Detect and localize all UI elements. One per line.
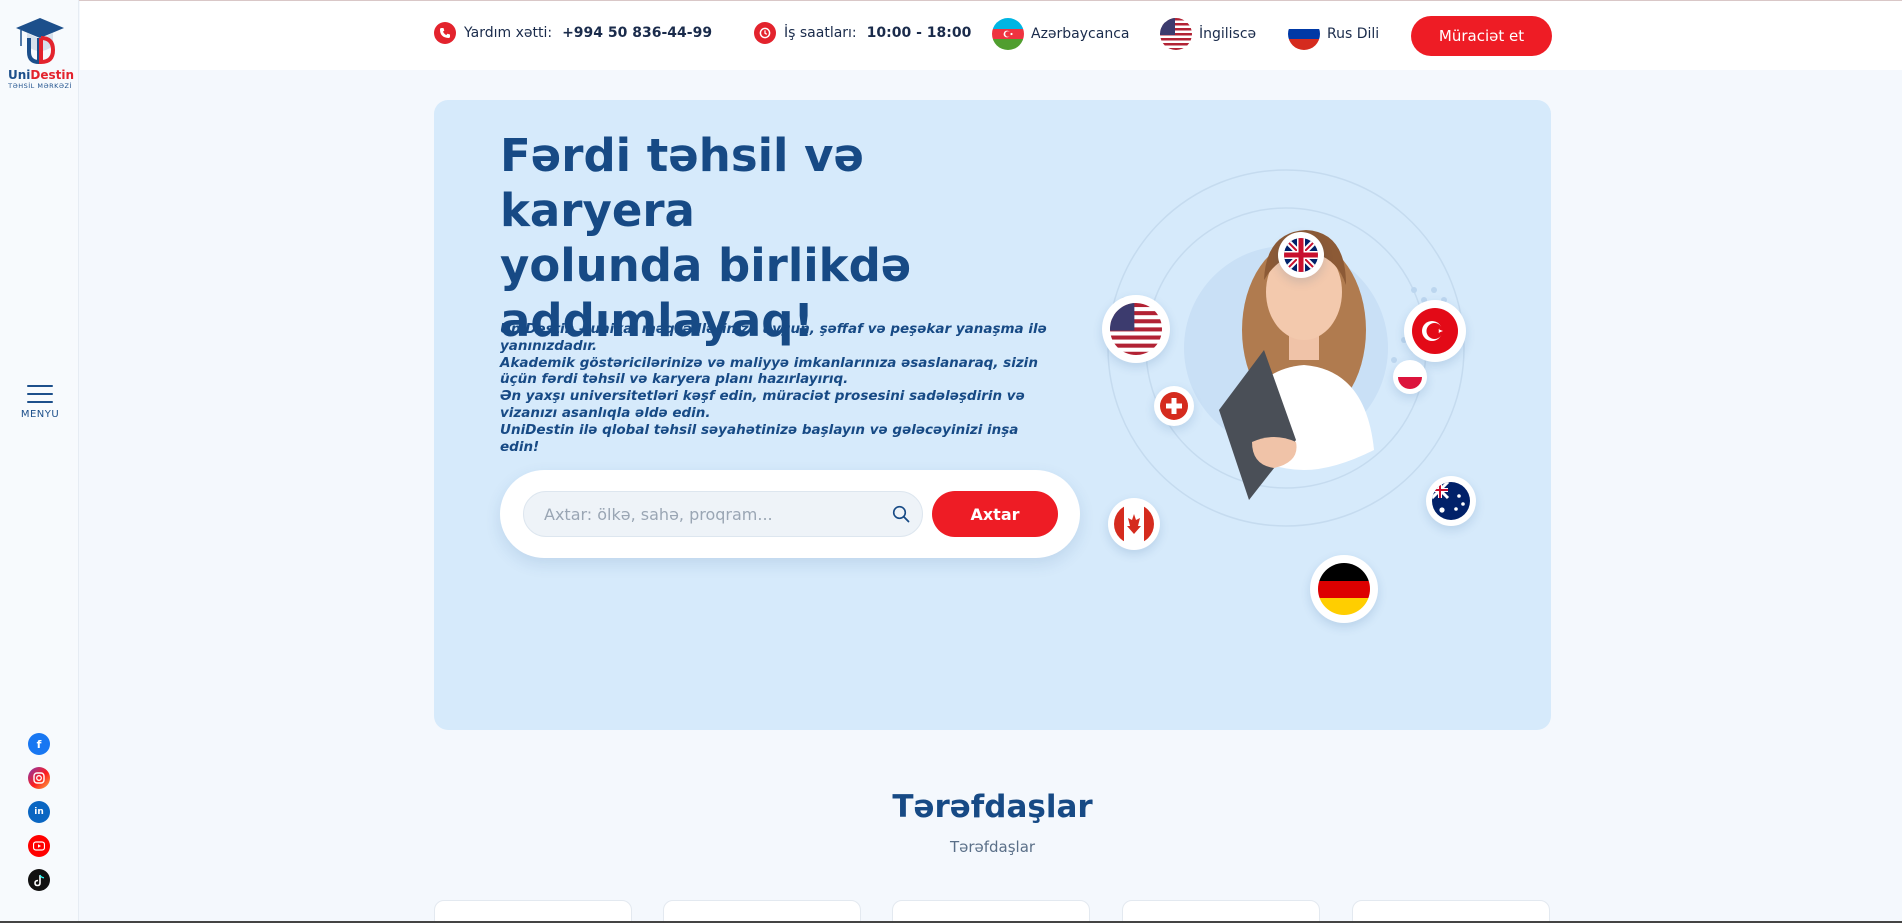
russia-flag-icon bbox=[1288, 18, 1320, 50]
hero-paragraph: Akademik göstəricilərinizə və maliyyə im… bbox=[500, 354, 1038, 388]
poland-flag-icon bbox=[1393, 360, 1427, 394]
partners-title: Tərəfdaşlar bbox=[892, 789, 1093, 825]
partner-card[interactable] bbox=[892, 900, 1090, 923]
search-box bbox=[523, 491, 923, 537]
brand-name-part1: Uni bbox=[8, 68, 31, 82]
partners-subtitle: Tərəfdaşlar bbox=[949, 838, 1036, 856]
usa-flag-icon bbox=[1102, 295, 1170, 363]
partner-card[interactable] bbox=[434, 900, 632, 923]
search-icon[interactable] bbox=[892, 505, 910, 523]
language-label: Azərbaycanca bbox=[1031, 26, 1130, 42]
usa-flag-icon bbox=[1160, 18, 1192, 50]
partner-card[interactable] bbox=[663, 900, 861, 923]
uk-flag-icon bbox=[1278, 232, 1324, 278]
switzerland-flag-icon bbox=[1154, 386, 1194, 426]
hero-title-line: yolunda birlikdə bbox=[500, 239, 912, 292]
australia-flag-icon bbox=[1426, 476, 1476, 526]
menu-button[interactable]: MENYU bbox=[18, 385, 62, 420]
clock-icon bbox=[754, 22, 776, 44]
turkey-flag-icon bbox=[1404, 300, 1466, 362]
sidebar: UniDestin TƏHSİL MƏRKƏZİ MENYU f in bbox=[0, 0, 79, 923]
language-label: İngiliscə bbox=[1199, 26, 1257, 42]
facebook-icon[interactable]: f bbox=[28, 733, 50, 755]
instagram-icon[interactable] bbox=[28, 767, 50, 789]
language-russian[interactable]: Rus Dili bbox=[1288, 18, 1379, 50]
hotline-label: Yardım xətti: bbox=[464, 25, 553, 41]
brand-tagline: TƏHSİL MƏRKƏZİ bbox=[8, 82, 72, 90]
partner-card[interactable] bbox=[1352, 900, 1550, 923]
hours-label: İş saatları: bbox=[784, 25, 857, 41]
hero-description: UniDestin – unikal məqsədlərinizə uyğun,… bbox=[500, 321, 1060, 455]
hero-paragraph: UniDestin – unikal məqsədlərinizə uyğun,… bbox=[500, 321, 1047, 354]
hero-section: Fərdi təhsil və karyera yolunda birlikdə… bbox=[434, 100, 1551, 730]
canada-flag-icon bbox=[1108, 498, 1160, 550]
partner-card[interactable] bbox=[1122, 900, 1320, 923]
linkedin-icon[interactable]: in bbox=[28, 801, 50, 823]
hero-paragraph: UniDestin ilə qlobal təhsil səyahətinizə… bbox=[500, 421, 1019, 455]
apply-button[interactable]: Müraciət et bbox=[1411, 16, 1552, 56]
phone-icon bbox=[434, 22, 456, 44]
hamburger-icon bbox=[18, 385, 62, 403]
hero-paragraph: Ən yaxşı universitetləri kəşf edin, müra… bbox=[500, 388, 1025, 421]
logo[interactable]: UniDestin TƏHSİL MƏRKƏZİ bbox=[8, 16, 75, 90]
graduation-cap-logo-icon bbox=[16, 18, 64, 65]
hours-value: 10:00 - 18:00 bbox=[866, 25, 972, 41]
tiktok-icon[interactable] bbox=[28, 869, 50, 891]
language-label: Rus Dili bbox=[1327, 26, 1380, 42]
search-button[interactable]: Axtar bbox=[932, 491, 1058, 537]
language-english[interactable]: İngiliscə bbox=[1160, 18, 1256, 50]
germany-flag-icon bbox=[1310, 555, 1378, 623]
top-header: Yardım xətti: +994 50 836-44-99 İş saatl… bbox=[80, 1, 1902, 70]
hero-title-line: Fərdi təhsil və karyera bbox=[500, 129, 864, 237]
menu-label: MENYU bbox=[20, 409, 60, 420]
hero-illustration bbox=[1074, 120, 1494, 623]
language-azerbaijani[interactable]: Azərbaycanca bbox=[992, 18, 1129, 50]
brand-name-part2: Destin bbox=[30, 68, 75, 82]
search-card: Axtar bbox=[500, 470, 1080, 558]
search-input[interactable] bbox=[544, 492, 884, 536]
hotline-number[interactable]: +994 50 836-44-99 bbox=[562, 25, 712, 41]
hotline[interactable]: Yardım xətti: +994 50 836-44-99 bbox=[434, 22, 712, 44]
azerbaijan-flag-icon bbox=[992, 18, 1024, 50]
youtube-icon[interactable] bbox=[28, 835, 50, 857]
brand-name: UniDestin bbox=[8, 68, 75, 82]
hero-title: Fərdi təhsil və karyera yolunda birlikdə… bbox=[500, 128, 1060, 348]
social-links: f in bbox=[28, 733, 50, 903]
working-hours: İş saatları: 10:00 - 18:00 bbox=[754, 22, 971, 44]
